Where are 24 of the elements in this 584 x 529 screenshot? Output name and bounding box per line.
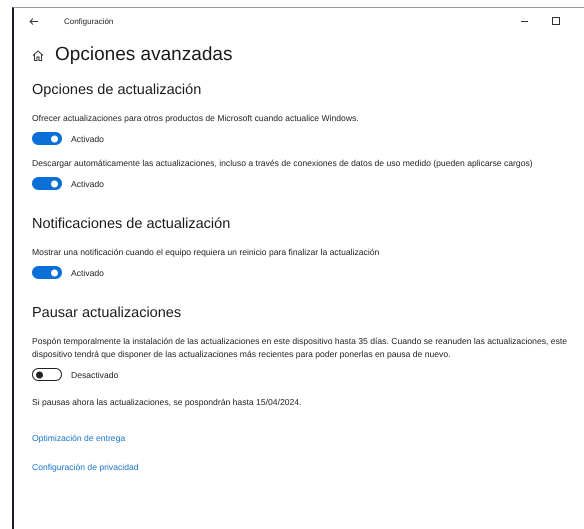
toggle-switch[interactable] [32, 368, 62, 381]
home-icon[interactable] [32, 50, 44, 60]
toggle-state-label: Activado [71, 178, 104, 188]
pause-note: Si pausas ahora las actualizaciones, se pospondrán hasta 15/04/2024. [32, 397, 302, 407]
toggle-switch[interactable] [32, 266, 62, 279]
toggle-switch[interactable] [32, 132, 62, 145]
settings-link[interactable]: Configuración de privacidad [32, 462, 139, 472]
section-heading: Opciones de actualización [32, 82, 202, 98]
window-title: Configuración [64, 16, 114, 26]
setting-description: Mostrar una notificación cuando el equipo requiera un reinicio para finalizar la actualización [32, 246, 380, 259]
section-heading: Pausar actualizaciones [32, 305, 182, 321]
minimize-icon[interactable] [521, 20, 528, 22]
setting-description: Ofrecer actualizaciones para otros productos de Microsoft cuando actualice Windows. [32, 112, 360, 125]
page-title: Opciones avanzadas [55, 44, 232, 66]
toggle-state-label: Activado [71, 134, 104, 144]
toggle-state-label: Desactivado [71, 370, 118, 380]
maximize-icon[interactable] [552, 17, 560, 25]
back-icon[interactable] [29, 18, 38, 24]
setting-description: Descargar automáticamente las actualizaciones, incluso a través de conexiones de datos de uso medido (pueden aplicarse cargos) [32, 157, 534, 170]
settings-link[interactable]: Optimización de entrega [32, 433, 126, 443]
toggle-state-label: Activado [71, 268, 104, 278]
setting-description: Pospón temporalmente la instalación de las actualizaciones en este dispositivo hasta 35 días. Cuando se reanuden las actualizaciones, este dispositivo tendrá que disponer de las actualizaciones más recientes para poder ponerlas en pausa de nuevo. [32, 335, 568, 361]
section-heading: Notificaciones de actualización [32, 216, 232, 232]
toggle-switch[interactable] [32, 177, 62, 190]
